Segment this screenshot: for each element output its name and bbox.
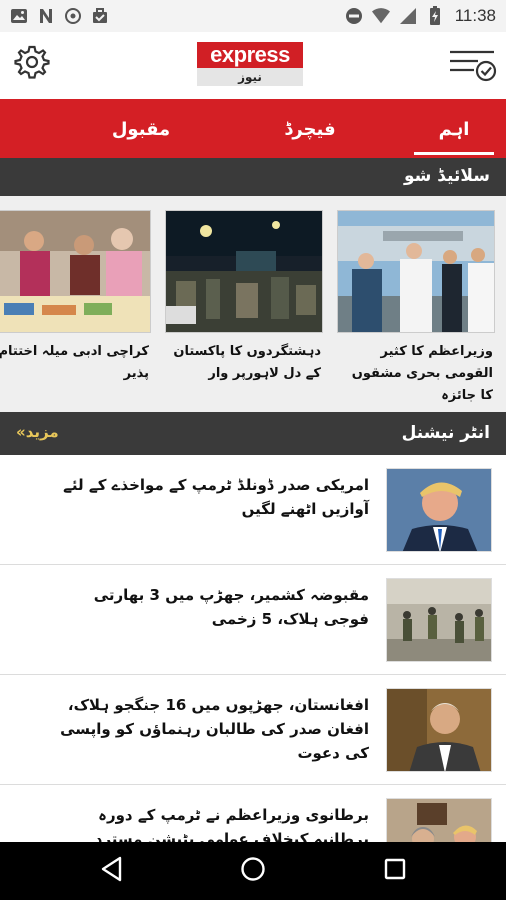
app-header: express نیوز (0, 32, 506, 99)
n-icon (37, 7, 55, 25)
slideshow-carousel[interactable]: وزیراعظم کا کثیر القومی بحری مشقوں کا جا… (0, 196, 506, 412)
recent-apps-button[interactable] (380, 856, 410, 886)
news-title: مقبوضہ کشمیر، جھڑپ میں 3 بھارتی فوجی ہلا… (93, 586, 369, 628)
express-news-logo[interactable]: express نیوز (197, 42, 303, 88)
news-title: امریکی صدر ڈونلڈ ٹرمپ کے مواخذے کے لئے آ… (63, 476, 369, 518)
slideshow-title: سلائیڈ شو (403, 166, 490, 186)
filter-menu-icon (448, 50, 498, 88)
vpn-icon (64, 7, 82, 25)
clock: 11:38 (454, 6, 496, 25)
menu-button[interactable] (448, 46, 498, 84)
back-button[interactable] (97, 856, 127, 886)
slide-card[interactable]: وزیراعظم کا کثیر القومی بحری مشقوں کا جا… (337, 210, 495, 407)
signal-icon (399, 7, 417, 25)
tab-popular[interactable]: مقبول (104, 99, 178, 158)
slide-card[interactable]: کراچی ادبی میلہ اختتام پذیر (0, 210, 151, 385)
more-link[interactable]: مزید» (16, 423, 59, 441)
international-header: انٹر نیشنل مزید» (0, 412, 506, 455)
news-title: افغانستان، جھڑپوں میں 16 جنگجو ہلاک، افغ… (60, 696, 369, 762)
tab-featured[interactable]: فیچرڈ (270, 99, 350, 158)
logo-wordmark: express (197, 42, 303, 68)
news-thumbnail (386, 688, 492, 772)
list-item[interactable]: امریکی صدر ڈونلڈ ٹرمپ کے مواخذے کے لئے آ… (0, 455, 506, 565)
gear-icon (14, 44, 50, 84)
system-nav-bar (0, 842, 506, 900)
slide-image (165, 210, 323, 333)
wifi-icon (371, 7, 390, 25)
home-button[interactable] (238, 856, 268, 886)
slide-caption: وزیراعظم کا کثیر القومی بحری مشقوں کا جا… (351, 344, 493, 403)
status-bar: 11:38 (0, 0, 506, 32)
status-right-icons: 11:38 (345, 6, 496, 26)
category-tabs: اہم خبریں فیچرڈ مقبول (0, 99, 506, 202)
do-not-disturb-icon (345, 7, 363, 25)
logo-subtext: نیوز (197, 68, 303, 86)
home-icon (240, 856, 266, 886)
list-item[interactable]: افغانستان، جھڑپوں میں 16 جنگجو ہلاک، افغ… (0, 675, 506, 785)
battery-icon (426, 6, 444, 25)
slide-card[interactable]: دہشتگردوں کا پاکستان کے دل لاہورپر وار (165, 210, 323, 385)
news-thumbnail (386, 468, 492, 552)
slide-image (337, 210, 495, 333)
settings-button[interactable] (12, 44, 52, 84)
news-thumbnail (386, 578, 492, 662)
international-title: انٹر نیشنل (401, 423, 490, 443)
photo-icon (10, 7, 28, 25)
status-left-icons (10, 7, 109, 25)
list-item[interactable]: مقبوضہ کشمیر، جھڑپ میں 3 بھارتی فوجی ہلا… (0, 565, 506, 675)
slide-caption: دہشتگردوں کا پاکستان کے دل لاہورپر وار (173, 344, 321, 381)
recent-apps-icon (384, 858, 406, 884)
slide-image (0, 210, 151, 333)
briefcase-icon (91, 7, 109, 25)
slideshow-header: سلائیڈ شو (0, 158, 506, 196)
slide-caption: کراچی ادبی میلہ اختتام پذیر (0, 344, 149, 381)
tab-latest-news[interactable]: اہم خبریں (414, 99, 494, 202)
back-icon (100, 856, 124, 886)
